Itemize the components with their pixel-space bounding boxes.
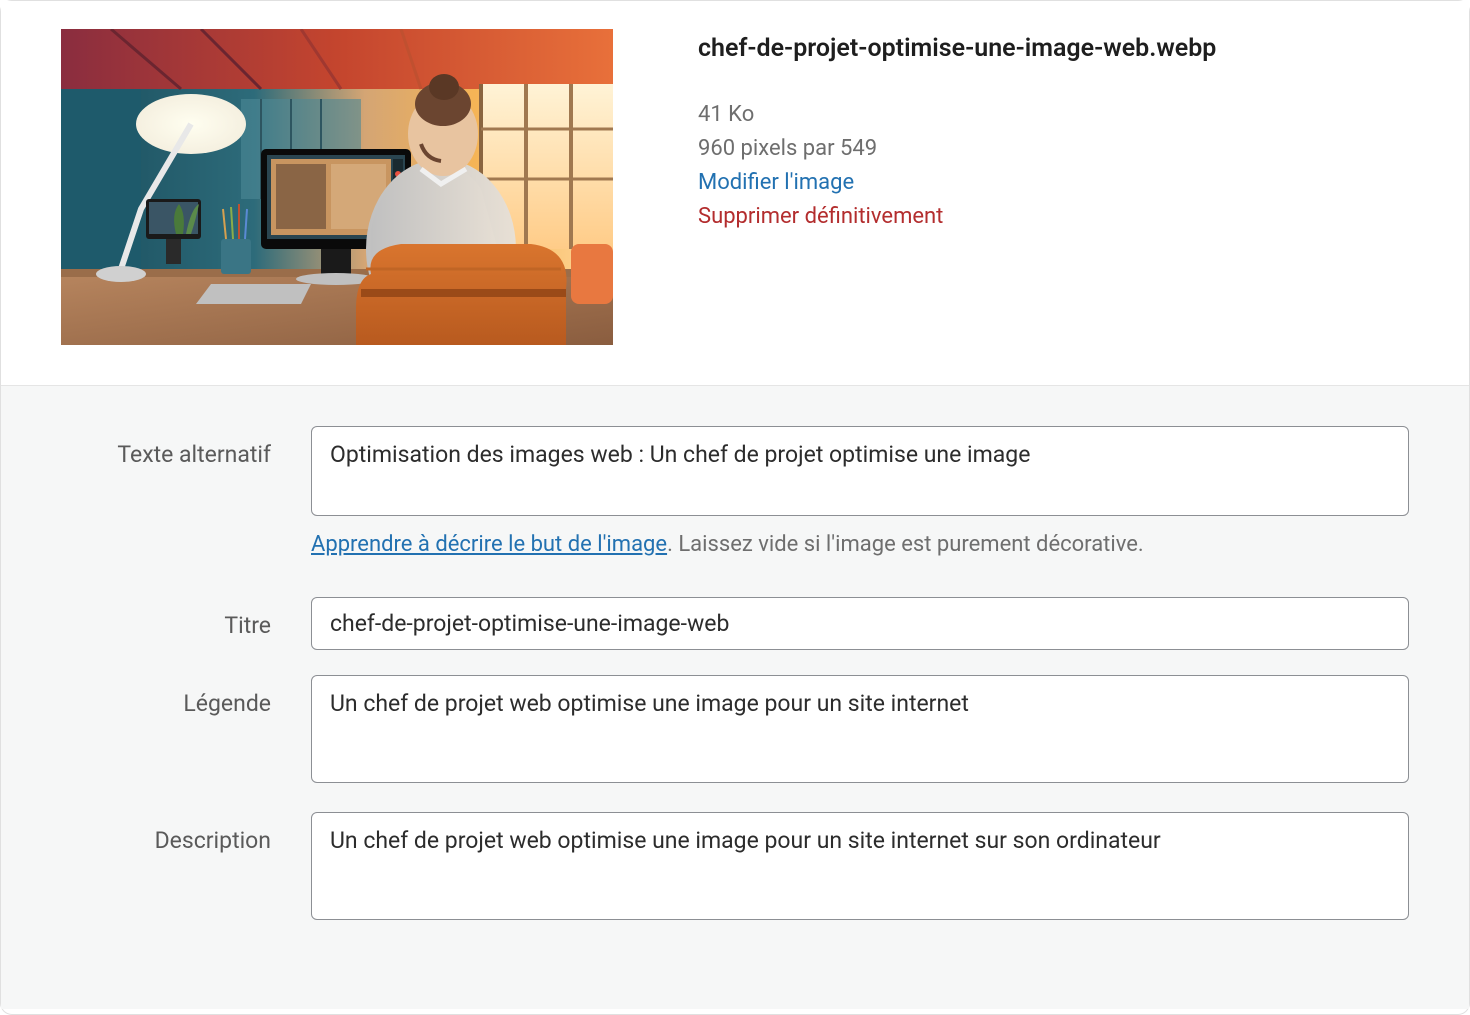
media-header: chef-de-projet-optimise-une-image-web.we… bbox=[1, 1, 1469, 385]
media-form: Texte alternatif Apprendre à décrire le … bbox=[1, 385, 1469, 1009]
title-label: Titre bbox=[61, 597, 311, 639]
caption-input[interactable] bbox=[311, 675, 1409, 783]
caption-row: Légende bbox=[61, 675, 1409, 787]
edit-image-link[interactable]: Modifier l'image bbox=[698, 166, 1216, 200]
alt-text-label: Texte alternatif bbox=[61, 426, 311, 468]
media-info: chef-de-projet-optimise-une-image-web.we… bbox=[698, 29, 1216, 345]
alt-help-text: Apprendre à décrire le but de l'image. L… bbox=[311, 532, 1409, 557]
title-input[interactable] bbox=[311, 597, 1409, 650]
delete-permanently-link[interactable]: Supprimer définitivement bbox=[698, 200, 1216, 234]
description-row: Description bbox=[61, 812, 1409, 924]
title-row: Titre bbox=[61, 597, 1409, 650]
media-dimensions: 960 pixels par 549 bbox=[698, 132, 1216, 166]
alt-text-input[interactable] bbox=[311, 426, 1409, 516]
media-thumbnail[interactable] bbox=[61, 29, 613, 345]
description-input[interactable] bbox=[311, 812, 1409, 920]
caption-label: Légende bbox=[61, 675, 311, 717]
alt-text-row: Texte alternatif bbox=[61, 426, 1409, 520]
description-label: Description bbox=[61, 812, 311, 854]
media-filesize: 41 Ko bbox=[698, 98, 1216, 132]
alt-help-suffix: . Laissez vide si l'image est purement d… bbox=[667, 532, 1144, 557]
media-filename: chef-de-projet-optimise-une-image-web.we… bbox=[698, 34, 1216, 63]
alt-help-row: Apprendre à décrire le but de l'image. L… bbox=[61, 532, 1409, 557]
alt-help-link[interactable]: Apprendre à décrire le but de l'image bbox=[311, 532, 667, 557]
